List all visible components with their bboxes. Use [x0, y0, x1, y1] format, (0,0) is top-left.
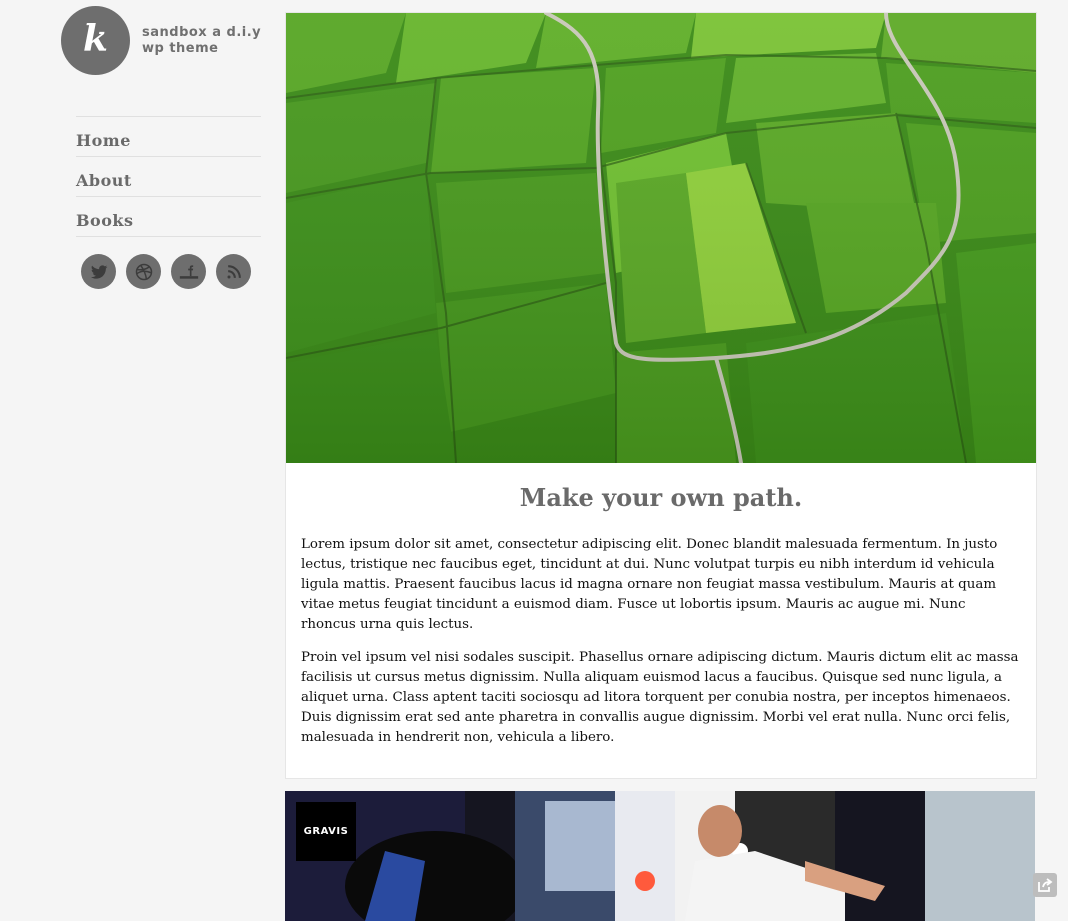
main-nav: Home About Books	[76, 116, 261, 237]
post-card: Make your own path. Lorem ipsum dolor si…	[285, 12, 1037, 779]
nav-item-about[interactable]: About	[76, 156, 261, 196]
post-paragraph-1: Lorem ipsum dolor sit amet, consectetur …	[301, 537, 998, 632]
share-button[interactable]	[1033, 873, 1057, 897]
social-links	[81, 254, 251, 289]
dribbble-icon[interactable]	[126, 254, 161, 289]
nav-item-home[interactable]: Home	[76, 116, 261, 156]
tagline-line-1: sandbox a d.i.y	[142, 25, 262, 40]
post-2-featured-image[interactable]	[285, 791, 1035, 921]
site-logo[interactable]: k	[61, 6, 130, 75]
rice-fields-illustration	[286, 13, 1036, 463]
logo-letter: k	[83, 17, 108, 60]
share-icon	[1038, 878, 1053, 892]
post-featured-image[interactable]	[286, 13, 1036, 463]
rss-icon[interactable]	[216, 254, 251, 289]
nav-item-books[interactable]: Books	[76, 196, 261, 237]
gravis-logo: GRAVIS	[296, 802, 356, 861]
tagline-line-2: wp theme	[142, 41, 219, 56]
post-paragraph-2: Proin vel ipsum vel nisi sodales suscipi…	[301, 650, 1019, 745]
sidebar: k sandbox a d.i.y wp theme Home About Bo…	[0, 0, 285, 907]
twitter-icon[interactable]	[81, 254, 116, 289]
facebook-icon[interactable]	[171, 254, 206, 289]
post-title[interactable]: Make your own path.	[286, 483, 1036, 512]
site-tagline: sandbox a d.i.y wp theme	[142, 25, 272, 57]
post-card-2: GRAVIS	[285, 791, 1035, 921]
post-body: Lorem ipsum dolor sit amet, consectetur …	[301, 535, 1023, 761]
